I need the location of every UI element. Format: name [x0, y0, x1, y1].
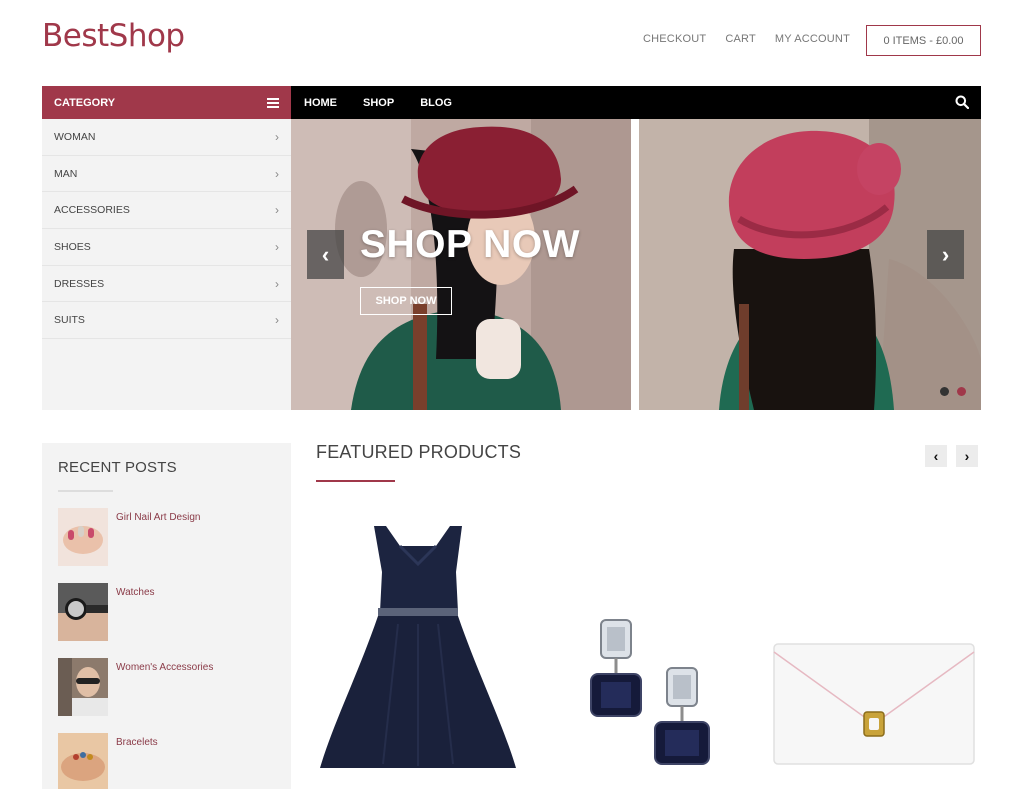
- slider-next-button[interactable]: ›: [927, 230, 964, 279]
- site-logo[interactable]: BestShop: [42, 18, 185, 54]
- category-item-label: ACCESSORIES: [54, 204, 130, 217]
- category-item-woman[interactable]: WOMAN ›: [42, 119, 291, 156]
- category-item-man[interactable]: MAN ›: [42, 156, 291, 193]
- category-item-dresses[interactable]: DRESSES ›: [42, 266, 291, 303]
- category-title: CATEGORY: [54, 96, 116, 109]
- list-item: Watches: [58, 583, 275, 658]
- category-item-accessories[interactable]: ACCESSORIES ›: [42, 192, 291, 230]
- category-item-shoes[interactable]: SHOES ›: [42, 229, 291, 266]
- list-item: Women's Accessories: [58, 658, 275, 733]
- post-thumbnail-accessories[interactable]: [58, 658, 108, 716]
- banner-title: SHOP NOW: [360, 223, 580, 266]
- slide-divider: [631, 119, 639, 410]
- product-image-navy-dress[interactable]: [318, 524, 518, 774]
- list-item: Girl Nail Art Design: [58, 508, 275, 583]
- chevron-right-icon: ›: [275, 166, 279, 181]
- cart-link[interactable]: CART: [725, 33, 756, 45]
- post-link[interactable]: Women's Accessories: [116, 662, 213, 733]
- post-thumbnail-watch[interactable]: [58, 583, 108, 641]
- product-image-white-clutch[interactable]: [772, 640, 976, 766]
- post-thumbnail-nails[interactable]: [58, 508, 108, 566]
- category-item-label: WOMAN: [54, 130, 96, 143]
- nav-blog[interactable]: BLOG: [420, 97, 452, 109]
- title-underline: [316, 480, 395, 482]
- slider-dots: [940, 387, 966, 396]
- chevron-right-icon: ›: [275, 239, 279, 254]
- category-item-label: SUITS: [54, 314, 85, 327]
- slider-prev-button[interactable]: ‹: [307, 230, 344, 279]
- checkout-link[interactable]: CHECKOUT: [643, 33, 706, 45]
- category-panel: CATEGORY WOMAN › MAN › ACCESSORIES › SHO…: [42, 86, 291, 410]
- category-item-label: MAN: [54, 167, 78, 180]
- hero-slider: ‹ › SHOP NOW SHOP NOW: [291, 119, 981, 410]
- category-item-label: DRESSES: [54, 277, 105, 290]
- post-link[interactable]: Bracelets: [116, 737, 158, 789]
- featured-next-button[interactable]: ›: [956, 445, 978, 467]
- post-thumbnail-bracelets[interactable]: [58, 733, 108, 789]
- title-underline: [58, 490, 113, 492]
- recent-posts-widget: RECENT POSTS Girl Nail Art Design Watche…: [42, 443, 291, 789]
- chevron-right-icon: ›: [275, 129, 279, 144]
- nav-shop[interactable]: SHOP: [363, 97, 394, 109]
- post-link[interactable]: Girl Nail Art Design: [116, 512, 200, 583]
- slider-dot-2[interactable]: [957, 387, 966, 396]
- chevron-right-icon: ›: [275, 203, 279, 218]
- my-account-link[interactable]: MY ACCOUNT: [775, 33, 850, 45]
- cart-summary-button[interactable]: 0 ITEMS - £0.00: [866, 25, 981, 56]
- featured-products-title: FEATURED PRODUCTS: [316, 442, 522, 462]
- shop-now-button[interactable]: SHOP NOW: [360, 287, 452, 315]
- search-icon[interactable]: [955, 95, 969, 109]
- featured-prev-button[interactable]: ‹: [925, 445, 947, 467]
- category-header[interactable]: CATEGORY: [42, 86, 291, 119]
- top-links: CHECKOUT CART MY ACCOUNT: [643, 33, 850, 45]
- post-link[interactable]: Watches: [116, 587, 155, 658]
- list-item: Bracelets: [58, 733, 275, 789]
- product-image-earrings[interactable]: [585, 616, 715, 768]
- slider-dot-1[interactable]: [940, 387, 949, 396]
- chevron-right-icon: ›: [275, 276, 279, 291]
- chevron-right-icon: ›: [275, 313, 279, 328]
- recent-posts-title: RECENT POSTS: [58, 459, 177, 476]
- nav-home[interactable]: HOME: [304, 97, 337, 109]
- menu-icon[interactable]: [267, 97, 279, 108]
- main-nav: HOME SHOP BLOG: [291, 86, 981, 119]
- category-item-label: SHOES: [54, 240, 91, 253]
- category-item-suits[interactable]: SUITS ›: [42, 302, 291, 340]
